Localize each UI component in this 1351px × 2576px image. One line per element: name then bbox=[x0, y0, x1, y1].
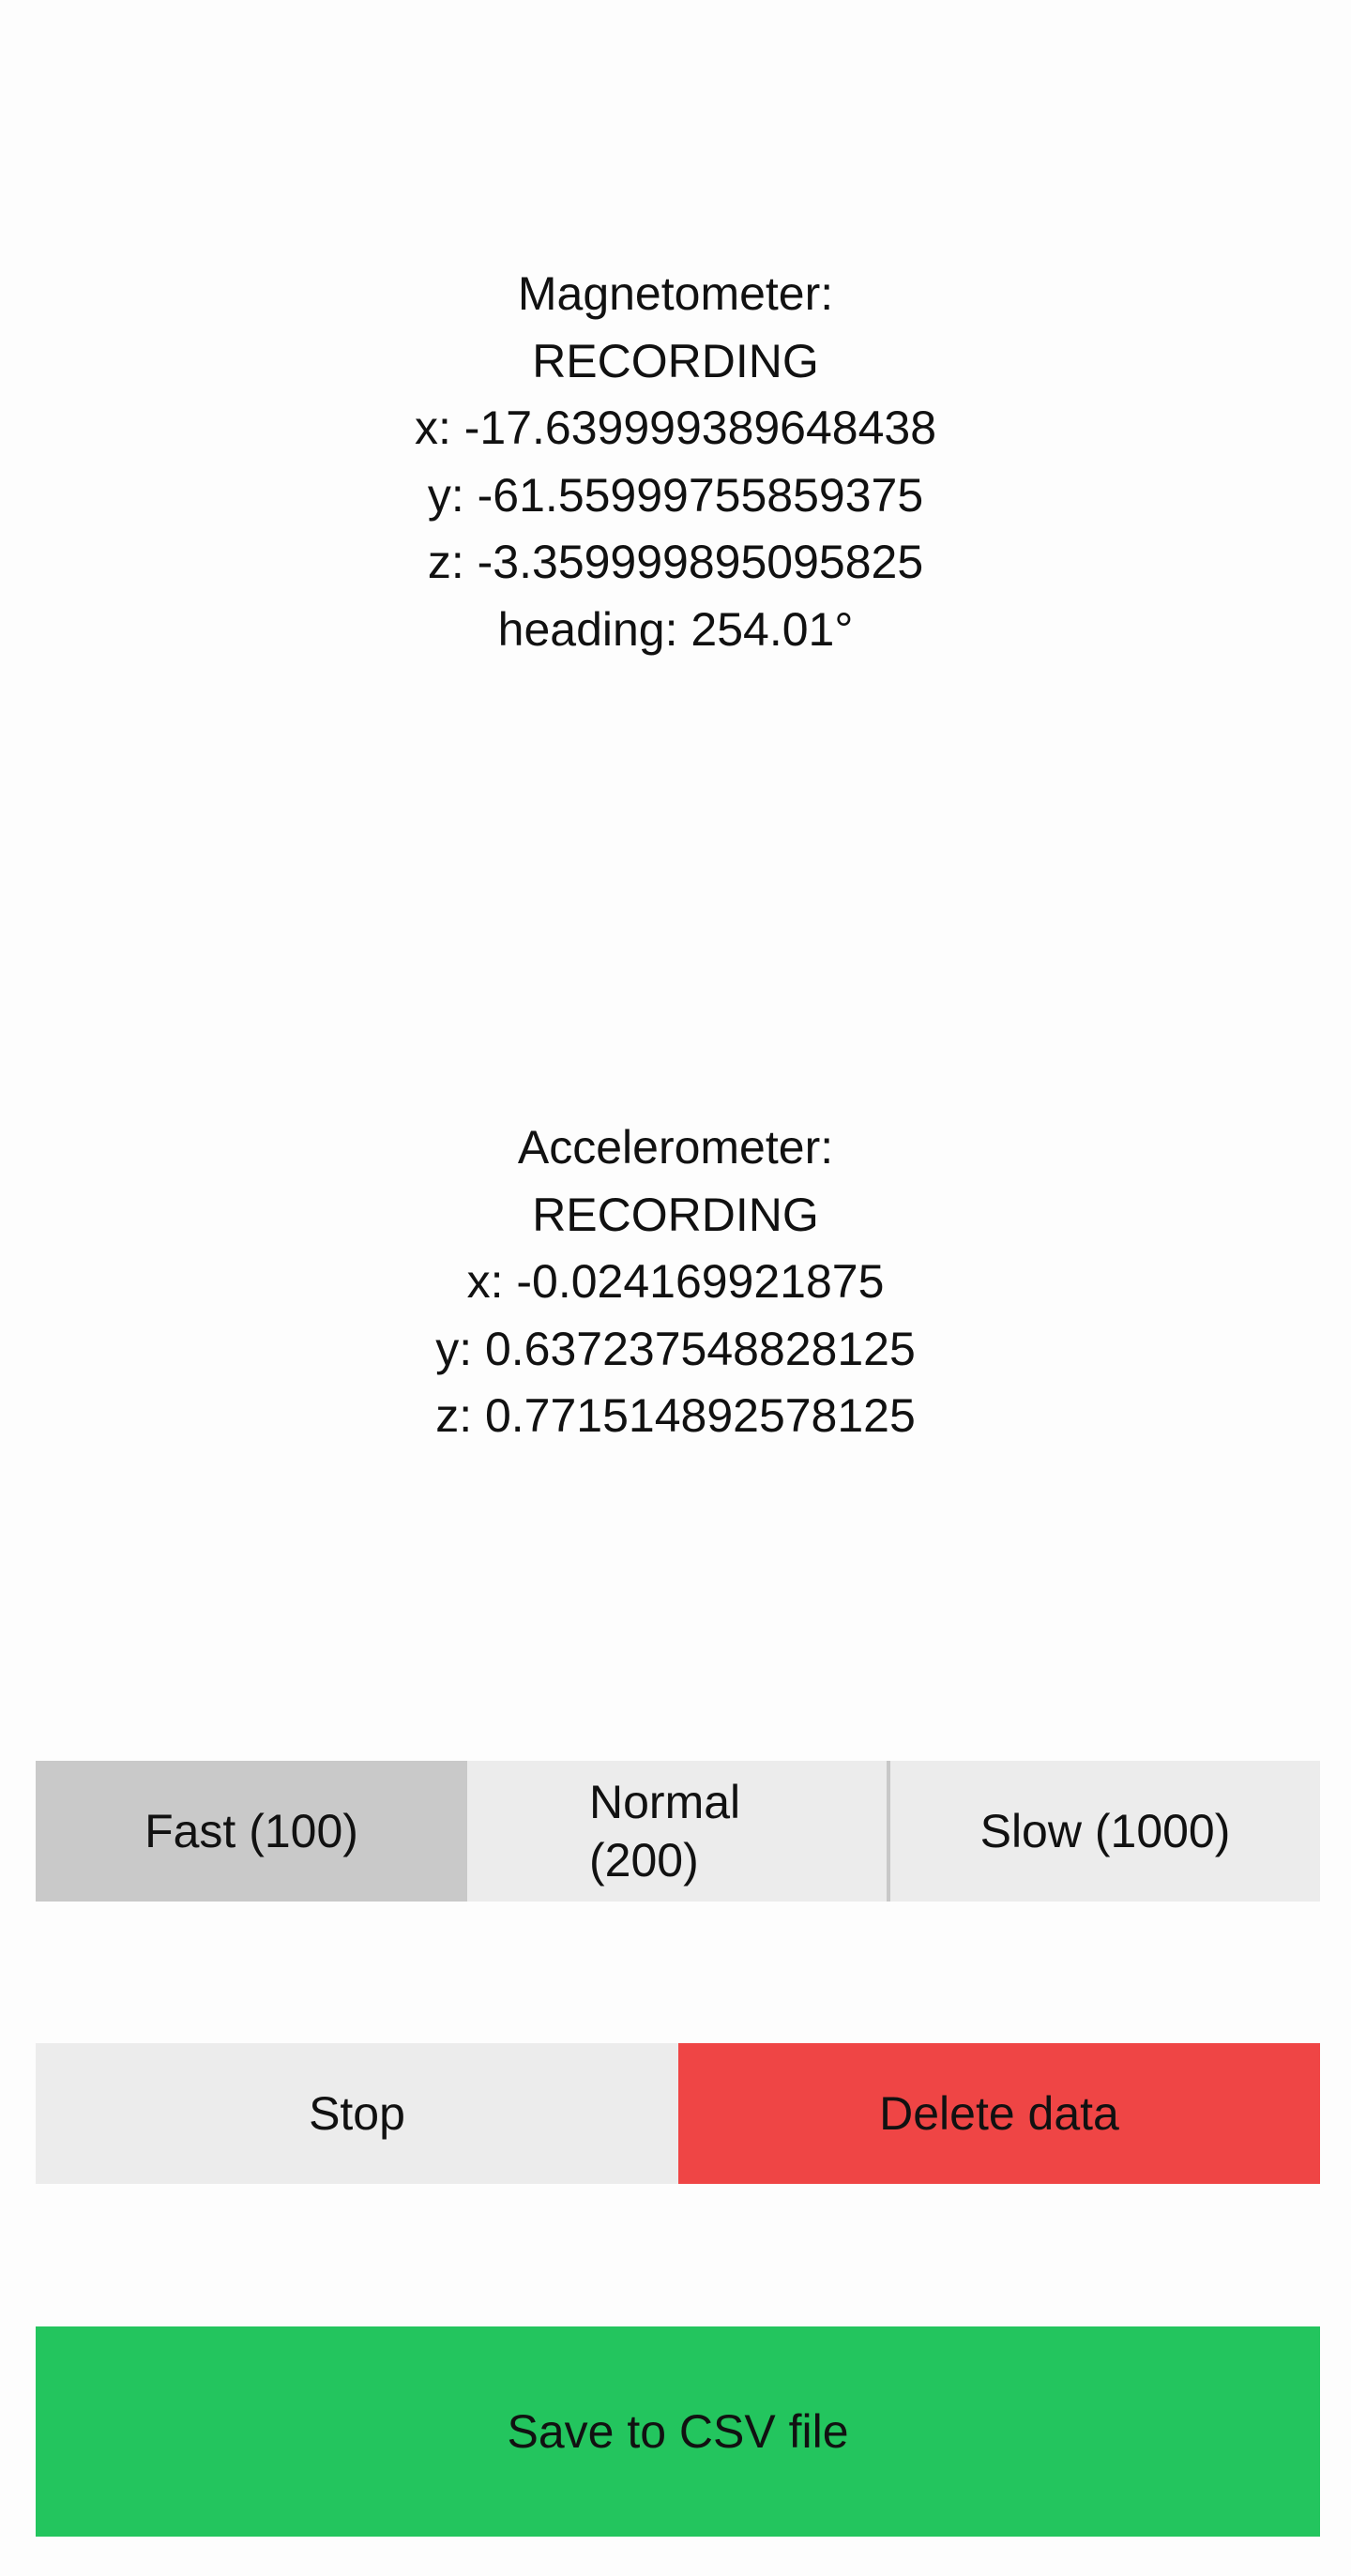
accelerometer-x-value: x: -0.024169921875 bbox=[466, 1255, 885, 1308]
magnetometer-y-value: y: -61.55999755859375 bbox=[427, 468, 924, 522]
accelerometer-readout: Accelerometer: RECORDING x: -0.024169921… bbox=[0, 1114, 1351, 1450]
magnetometer-status: RECORDING bbox=[532, 334, 819, 387]
accelerometer-z-value: z: 0.771514892578125 bbox=[435, 1389, 916, 1442]
rate-fast-label: Fast (100) bbox=[144, 1805, 358, 1857]
rate-normal-label-line1: Normal bbox=[589, 1776, 741, 1828]
magnetometer-title: Magnetometer: bbox=[517, 267, 834, 320]
magnetometer-heading-value: heading: 254.01° bbox=[497, 602, 854, 656]
magnetometer-readout: Magnetometer: RECORDING x: -17.639999389… bbox=[0, 261, 1351, 663]
rate-slow-label: Slow (1000) bbox=[979, 1805, 1231, 1857]
delete-data-button-label: Delete data bbox=[879, 2087, 1119, 2140]
stop-button[interactable]: Stop bbox=[36, 2043, 678, 2184]
magnetometer-x-value: x: -17.639999389648438 bbox=[414, 402, 937, 454]
rate-slow-button[interactable]: Slow (1000) bbox=[890, 1761, 1320, 1902]
accelerometer-title: Accelerometer: bbox=[517, 1121, 834, 1174]
delete-data-button[interactable]: Delete data bbox=[678, 2043, 1320, 2184]
rate-normal-button[interactable]: Normal (200) bbox=[467, 1761, 888, 1902]
rate-normal-label-line2: (200) bbox=[589, 1834, 699, 1887]
sensor-recorder-screen: Magnetometer: RECORDING x: -17.639999389… bbox=[0, 0, 1351, 2576]
save-csv-button[interactable]: Save to CSV file bbox=[36, 2326, 1320, 2537]
rate-fast-button[interactable]: Fast (100) bbox=[36, 1761, 467, 1902]
accelerometer-y-value: y: 0.637237548828125 bbox=[435, 1322, 916, 1375]
rate-normal-label: Normal (200) bbox=[589, 1773, 740, 1889]
accelerometer-status: RECORDING bbox=[532, 1188, 819, 1241]
magnetometer-z-value: z: -3.359999895095825 bbox=[427, 536, 924, 588]
save-csv-button-label: Save to CSV file bbox=[507, 2405, 849, 2458]
stop-button-label: Stop bbox=[309, 2087, 405, 2140]
